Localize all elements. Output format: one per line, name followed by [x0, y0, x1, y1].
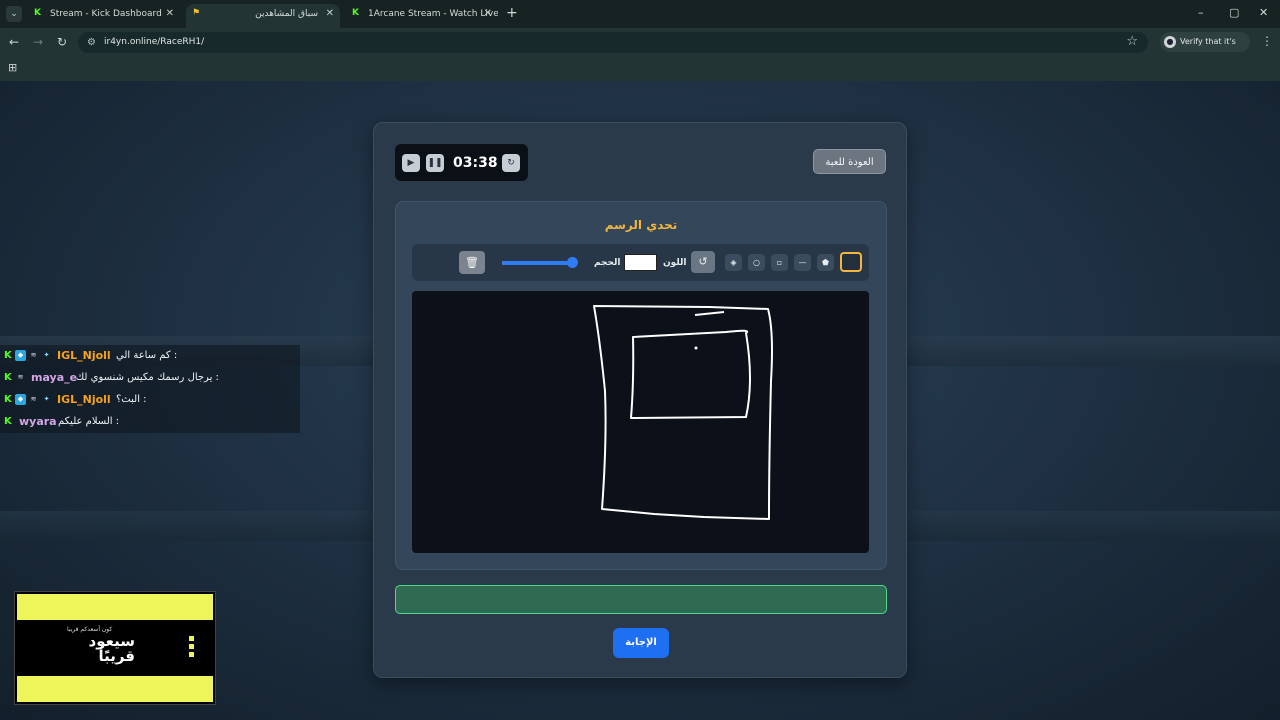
back-to-game-button[interactable]: العودة للعبة: [813, 149, 886, 174]
kick-icon: K: [4, 394, 12, 405]
back-arrow-icon[interactable]: ←: [9, 34, 19, 50]
chat-message: K ◆ ≋ ✦ IGL_Njoll البث؟ :: [0, 389, 300, 411]
line-tool-icon[interactable]: —: [794, 254, 811, 271]
kick-icon: K: [34, 8, 41, 18]
close-tab-icon[interactable]: ✕: [326, 4, 334, 24]
flag-icon: ⚑: [192, 8, 201, 18]
site-info-icon[interactable]: ⚙: [87, 36, 96, 49]
kick-icon: K: [4, 372, 12, 383]
sub-badge-icon: ≋: [30, 395, 37, 403]
chat-username[interactable]: maya_e: [31, 367, 77, 389]
stream-page: K ◆ ≋ ✦ IGL_Njoll كم ساعة الي : K ≋ maya_e…: [0, 81, 1280, 720]
gift-badge-icon: ✦: [43, 395, 50, 403]
pen-tool-button[interactable]: [840, 252, 862, 272]
sub-badge-icon: ≋: [30, 351, 37, 359]
drawing-toolbar: ⬟ — ▫ ○ ◈ ↺ اللون الحجم 🗑: [412, 244, 869, 281]
size-slider-fill[interactable]: [502, 261, 574, 265]
maximize-button[interactable]: ▢: [1229, 6, 1239, 20]
gift-badge-icon: ✦: [43, 351, 50, 359]
new-tab-button[interactable]: +: [506, 6, 518, 20]
overlay-band: [17, 594, 213, 620]
size-slider-handle[interactable]: [567, 257, 579, 268]
reload-icon[interactable]: ↻: [57, 34, 67, 50]
drawing-strokes: [593, 305, 773, 520]
color-label: اللون: [663, 258, 687, 268]
tab-kick-dashboard[interactable]: K Stream - Kick Dashboard ✕: [28, 4, 180, 28]
tab-arcane-stream[interactable]: K 1Arcane Stream - Watch Live o ✕: [346, 4, 498, 28]
answer-input[interactable]: [395, 585, 887, 614]
sub-badge-icon: ≋: [17, 373, 24, 381]
browser-toolbar: ← → ↻ ⚙ ir4yn.online/RaceRH1/ ☆: [0, 28, 1280, 56]
chat-message: K ≋ maya_e يرجال رسمك مكيس شنسوي لك :: [0, 367, 300, 389]
menu-kebab-icon[interactable]: ⋮: [1261, 34, 1273, 48]
chat-message: K ◆ ≋ ✦ IGL_Njoll كم ساعة الي :: [0, 345, 300, 367]
chat-text: كم ساعة الي :: [116, 350, 178, 361]
game-panel: ▶ ❚❚ 03:38 ↻ العودة للعبة تحدي الرسم ⬟ —…: [373, 122, 907, 678]
forward-arrow-icon[interactable]: →: [33, 34, 43, 50]
tab-search-button[interactable]: ⌄: [6, 6, 22, 22]
overlay-band: [17, 676, 213, 702]
pause-icon[interactable]: ❚❚: [426, 154, 444, 172]
kick-icon: K: [4, 416, 12, 427]
timer-box: ▶ ❚❚ 03:38 ↻: [395, 144, 528, 181]
chat-username[interactable]: IGL_Njoll: [57, 389, 111, 411]
overlay-decoration: [189, 636, 197, 660]
avatar: ●: [1164, 36, 1176, 48]
kick-icon: K: [4, 350, 12, 361]
submit-answer-button[interactable]: الإجابة: [613, 628, 669, 658]
close-tab-icon[interactable]: ✕: [484, 4, 492, 24]
countdown-timer: 03:38: [453, 155, 498, 171]
chat-text: السلام عليكم :: [58, 416, 120, 427]
fill-bucket-icon[interactable]: ◈: [725, 254, 742, 271]
chat-username[interactable]: IGL_Njoll: [57, 345, 111, 367]
size-label: الحجم: [594, 258, 621, 268]
close-tab-icon[interactable]: ✕: [166, 4, 174, 24]
profile-chip[interactable]: ● Verify that it's you: [1160, 32, 1250, 66]
rectangle-tool-icon[interactable]: ▫: [771, 254, 788, 271]
drawing-canvas[interactable]: [412, 291, 869, 553]
bookmarks-bar: ⊞: [0, 56, 1280, 81]
drawing-card: تحدي الرسم ⬟ — ▫ ○ ◈ ↺ اللون الحجم 🗑: [395, 201, 887, 570]
address-bar[interactable]: ⚙ ir4yn.online/RaceRH1/ ☆: [78, 32, 1148, 53]
bookmark-star-icon[interactable]: ☆: [1126, 34, 1138, 50]
overlay-title: سيعود قريبًا: [88, 632, 135, 665]
close-window-button[interactable]: ✕: [1259, 6, 1268, 20]
chat-text: البث؟ :: [116, 394, 147, 405]
undo-icon[interactable]: ↺: [691, 251, 715, 273]
kick-icon: K: [352, 8, 359, 18]
brb-overlay: كون أسعدكم قريبا سيعود قريبًا: [14, 591, 216, 705]
chat-username[interactable]: wyara: [19, 411, 57, 433]
tab-bar: ⌄ K Stream - Kick Dashboard ✕ ⚑ سباق الم…: [0, 0, 1280, 28]
chat-overlay: K ◆ ≋ ✦ IGL_Njoll كم ساعة الي : K ≋ maya_e…: [0, 345, 300, 433]
chat-message: K wyara السلام عليكم :: [0, 411, 300, 433]
play-icon[interactable]: ▶: [402, 154, 420, 172]
circle-tool-icon[interactable]: ○: [748, 254, 765, 271]
apps-grid-icon[interactable]: ⊞: [8, 61, 17, 75]
vip-badge-icon: ◆: [15, 394, 26, 405]
trash-icon[interactable]: 🗑: [459, 251, 485, 274]
vip-badge-icon: ◆: [15, 350, 26, 361]
tab-viewer-race[interactable]: ⚑ سباق المشاهدين ✕: [186, 4, 340, 28]
eraser-icon[interactable]: ⬟: [817, 254, 834, 271]
reset-timer-icon[interactable]: ↻: [502, 154, 520, 172]
color-picker[interactable]: [624, 254, 657, 271]
chat-text: يرجال رسمك مكيس شنسوي لك :: [76, 372, 219, 383]
draw-title: تحدي الرسم: [604, 218, 678, 232]
minimize-button[interactable]: –: [1198, 6, 1204, 20]
